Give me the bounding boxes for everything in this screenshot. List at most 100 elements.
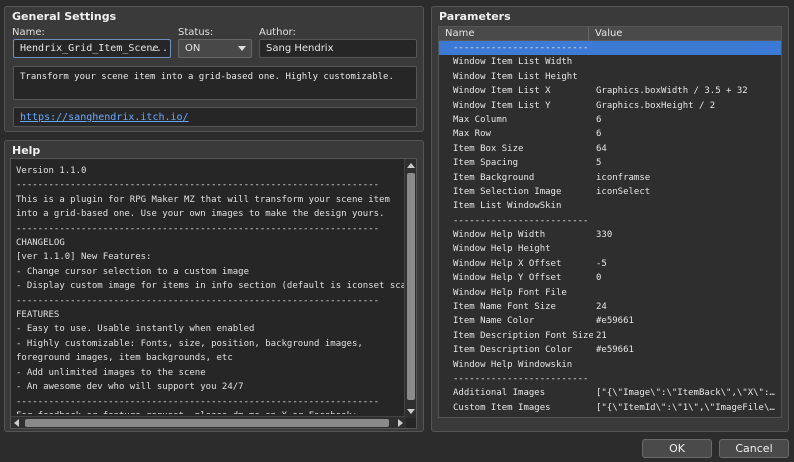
parameter-value: 21 [596, 330, 607, 341]
parameter-row[interactable]: Item Spacing 5 [439, 156, 781, 170]
chevron-down-icon [238, 46, 246, 51]
parameter-name: Window Item List Width [453, 57, 573, 68]
parameter-value: ["{\"Image\":\"ItemBack\",\"X\":… [596, 388, 775, 399]
parameter-name: ------------------------- [453, 373, 589, 384]
parameter-row[interactable]: Item List WindowSkin [439, 199, 781, 213]
parameter-row[interactable]: ------------------------- [439, 41, 781, 56]
scroll-up-arrow-icon[interactable] [407, 163, 415, 168]
scroll-right-arrow-icon[interactable] [398, 419, 403, 427]
parameter-name: Item Description Color [453, 345, 573, 356]
parameter-name: ------------------------- [453, 43, 589, 53]
plugin-url-link[interactable]: https://sanghendrix.itch.io/ [20, 112, 189, 123]
parameter-row[interactable]: Window Item List Width [439, 55, 781, 69]
parameter-row[interactable]: Window Help Windowskin [439, 358, 781, 372]
parameter-name: Window Item List X [453, 86, 551, 97]
parameter-value: #e59661 [596, 345, 634, 356]
parameter-value: 330 [596, 230, 613, 241]
parameter-value: iconSelect [596, 186, 651, 197]
parameter-value: iconframse [596, 172, 651, 183]
parameter-name: Item List WindowSkin [453, 201, 562, 212]
parameters-rows: ------------------------- Window Item Lis… [439, 41, 781, 415]
scroll-down-arrow-icon[interactable] [407, 409, 415, 414]
help-horizontal-scrollbar[interactable] [11, 416, 406, 428]
parameter-row[interactable]: Window Help Height [439, 242, 781, 256]
parameters-table-header: Name Value [439, 27, 781, 41]
parameter-row[interactable]: Item Box Size 64 [439, 142, 781, 156]
parameter-value: 5 [596, 158, 602, 169]
parameter-name: Window Help Font File [453, 287, 567, 298]
parameter-value: #e59661 [596, 316, 634, 327]
help-vertical-scroll-thumb[interactable] [407, 173, 415, 400]
parameter-value: 6 [596, 129, 602, 140]
parameter-value: ["{\"ItemId\":\"1\",\"ImageFile\… [596, 402, 775, 413]
parameter-name: ------------------------- [453, 215, 589, 226]
parameter-row[interactable]: Max Row 6 [439, 127, 781, 141]
description-field[interactable]: Transform your scene item into a grid-ba… [13, 66, 417, 100]
author-label: Author: [259, 27, 296, 38]
parameter-name: Window Help X Offset [453, 258, 562, 269]
cancel-button[interactable]: Cancel [719, 439, 789, 458]
parameter-value: Graphics.boxWidth / 3.5 + 32 [596, 86, 748, 97]
general-settings-title: General Settings [12, 10, 117, 23]
parameter-name: Max Row [453, 129, 491, 140]
help-textarea[interactable]: Version 1.1.0 --------------------------… [10, 158, 417, 429]
help-text: Version 1.1.0 --------------------------… [16, 166, 404, 414]
parameter-row[interactable]: Item Background iconframse [439, 171, 781, 185]
parameter-value: 24 [596, 302, 607, 313]
name-browse-button[interactable]: ... [148, 40, 170, 57]
parameter-row[interactable]: Item Selection Image iconSelect [439, 185, 781, 199]
parameter-row[interactable]: Max Column 6 [439, 113, 781, 127]
parameters-table: Name Value ------------------------- Wind… [438, 26, 782, 418]
parameter-value: 6 [596, 114, 602, 125]
parameter-name: Item Name Font Size [453, 302, 556, 313]
parameter-value: 64 [596, 143, 607, 154]
column-header-name[interactable]: Name [439, 27, 588, 41]
parameter-row[interactable]: ------------------------- [439, 372, 781, 386]
parameter-row[interactable]: Window Item List X Graphics.boxWidth / 3.… [439, 84, 781, 98]
name-label: Name: [12, 27, 45, 38]
parameter-row[interactable]: Item Name Font Size 24 [439, 300, 781, 314]
parameter-name: Window Item List Height [453, 71, 578, 82]
parameter-name: Item Name Color [453, 316, 535, 327]
name-field[interactable]: Hendrix_Grid_Item_Scene ... [13, 39, 171, 58]
ok-button[interactable]: OK [642, 439, 712, 458]
url-field[interactable]: https://sanghendrix.itch.io/ [13, 107, 417, 127]
parameter-value: Graphics.boxHeight / 2 [596, 100, 716, 111]
parameter-name: Custom Item Images [453, 402, 551, 413]
parameter-row[interactable]: Window Help Y Offset 0 [439, 271, 781, 285]
author-value: Sang Hendrix [266, 43, 334, 54]
column-header-value[interactable]: Value [588, 27, 781, 41]
parameter-row[interactable]: Item Description Font Size 21 [439, 329, 781, 343]
parameter-row[interactable]: Custom Item Images ["{\"ItemId\":\"1\",\"… [439, 401, 781, 415]
parameter-name: Window Item List Y [453, 100, 551, 111]
general-settings-panel: General Settings Name: Hendrix_Grid_Item… [4, 6, 424, 132]
help-vertical-scrollbar[interactable] [404, 159, 416, 418]
parameter-row[interactable]: Item Description Color #e59661 [439, 343, 781, 357]
parameter-name: Additional Images [453, 388, 546, 399]
scroll-left-arrow-icon[interactable] [14, 419, 19, 427]
help-horizontal-scroll-thumb[interactable] [25, 419, 389, 427]
help-title: Help [12, 144, 41, 157]
parameter-name: Item Spacing [453, 158, 519, 169]
parameter-name: Window Help Height [453, 244, 551, 255]
parameters-title: Parameters [439, 10, 511, 23]
parameter-row[interactable]: Window Item List Height [439, 70, 781, 84]
parameter-row[interactable]: Window Item List Y Graphics.boxHeight / 2 [439, 99, 781, 113]
status-label: Status: [178, 27, 214, 38]
status-select[interactable]: ON [178, 39, 252, 58]
parameter-name: Window Help Y Offset [453, 273, 562, 284]
parameter-row[interactable]: ------------------------- [439, 214, 781, 228]
parameter-row[interactable]: Window Help X Offset -5 [439, 257, 781, 271]
parameter-row[interactable]: Window Help Width 330 [439, 228, 781, 242]
status-value: ON [185, 43, 201, 54]
parameter-row[interactable]: Additional Images ["{\"Image\":\"ItemBack… [439, 386, 781, 400]
name-value: Hendrix_Grid_Item_Scene [20, 43, 159, 54]
parameter-name: Max Column [453, 114, 508, 125]
author-field[interactable]: Sang Hendrix [259, 39, 417, 58]
parameter-row[interactable]: Item Name Color #e59661 [439, 314, 781, 328]
description-text: Transform your scene item into a grid-ba… [20, 72, 394, 82]
parameter-name: Window Help Windowskin [453, 359, 573, 370]
parameter-value: 0 [596, 273, 602, 284]
parameter-value: -5 [596, 258, 607, 269]
parameter-row[interactable]: Window Help Font File [439, 286, 781, 300]
